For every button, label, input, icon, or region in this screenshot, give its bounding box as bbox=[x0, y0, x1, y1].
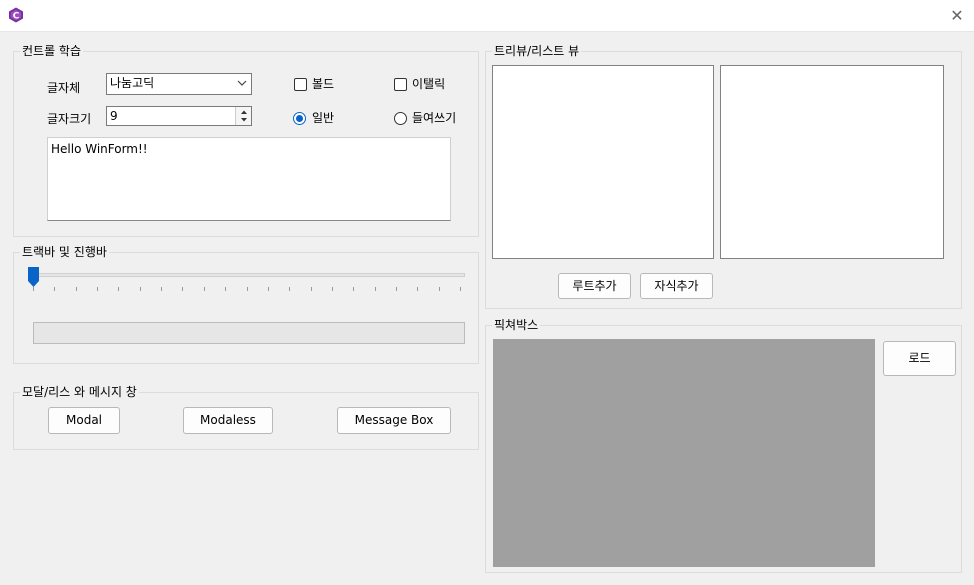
add-child-button[interactable]: 자식추가 bbox=[640, 273, 713, 299]
font-label: 글자체 bbox=[47, 81, 81, 95]
trackbar-tick bbox=[161, 287, 163, 291]
italic-checkbox[interactable] bbox=[394, 78, 407, 91]
modal-button[interactable]: Modal bbox=[48, 407, 120, 434]
svg-text:C: C bbox=[13, 12, 20, 22]
tree-group-title: 트리뷰/리스트 뷰 bbox=[492, 44, 582, 58]
picture-group-title: 픽쳐박스 bbox=[492, 318, 541, 332]
app-icon: C bbox=[8, 7, 24, 23]
trackbar-tick bbox=[460, 287, 461, 291]
indent-radio[interactable] bbox=[394, 112, 407, 125]
trackbar-tick bbox=[33, 287, 34, 291]
trackbar-tick bbox=[203, 287, 205, 291]
font-size-value: 9 bbox=[110, 109, 118, 123]
picture-box bbox=[493, 339, 875, 567]
font-combobox[interactable]: 나눔고딕 bbox=[106, 73, 252, 95]
chevron-down-icon bbox=[237, 77, 247, 89]
tree-view[interactable] bbox=[492, 65, 714, 259]
load-button[interactable]: 로드 bbox=[883, 341, 956, 376]
spin-arrows-icon bbox=[241, 110, 247, 122]
trackbar-tick bbox=[417, 287, 419, 291]
list-view[interactable] bbox=[720, 65, 944, 259]
trackbar-group-title: 트랙바 및 진행바 bbox=[20, 245, 109, 259]
trackbar-tick bbox=[395, 287, 397, 291]
spin-buttons[interactable] bbox=[235, 107, 251, 125]
controls-group-title: 컨트롤 학습 bbox=[20, 44, 84, 58]
font-size-label: 글자크기 bbox=[47, 112, 92, 126]
trackbar-tick bbox=[438, 287, 440, 291]
sample-text-box[interactable]: Hello WinForm!! bbox=[47, 137, 451, 221]
trackbar-group bbox=[13, 252, 479, 364]
trackbar-thumb[interactable] bbox=[28, 267, 39, 287]
bold-label[interactable]: 볼드 bbox=[312, 76, 334, 92]
modal-group-title: 모달/리스 와 메시지 창 bbox=[20, 385, 139, 399]
trackbar-tick bbox=[54, 287, 56, 291]
modaless-button[interactable]: Modaless bbox=[183, 407, 273, 434]
trackbar-tick bbox=[353, 287, 355, 291]
trackbar-tick bbox=[118, 287, 120, 291]
title-bar: C ✕ bbox=[0, 0, 974, 32]
italic-label[interactable]: 이탤릭 bbox=[412, 76, 445, 92]
trackbar-tick bbox=[182, 287, 184, 291]
trackbar-tick bbox=[246, 287, 248, 291]
trackbar-tick bbox=[75, 287, 77, 291]
trackbar-tick bbox=[289, 287, 291, 291]
font-size-stepper[interactable]: 9 bbox=[106, 106, 252, 126]
trackbar-tick bbox=[331, 287, 333, 291]
trackbar-tick bbox=[374, 287, 376, 291]
message-box-button[interactable]: Message Box bbox=[337, 407, 451, 434]
close-icon[interactable]: ✕ bbox=[940, 4, 974, 28]
indent-label[interactable]: 들여쓰기 bbox=[412, 110, 456, 126]
trackbar-tick bbox=[139, 287, 141, 291]
trackbar-tick bbox=[225, 287, 227, 291]
trackbar-tick bbox=[97, 287, 99, 291]
add-root-button[interactable]: 루트추가 bbox=[558, 273, 631, 299]
trackbar-tick bbox=[310, 287, 312, 291]
font-combobox-value: 나눔고딕 bbox=[110, 76, 155, 90]
bold-checkbox[interactable] bbox=[294, 78, 307, 91]
normal-label[interactable]: 일반 bbox=[312, 110, 334, 126]
normal-radio[interactable] bbox=[293, 112, 306, 125]
progress-bar bbox=[33, 322, 465, 344]
trackbar-track[interactable] bbox=[31, 273, 465, 277]
trackbar-tick bbox=[267, 287, 269, 291]
